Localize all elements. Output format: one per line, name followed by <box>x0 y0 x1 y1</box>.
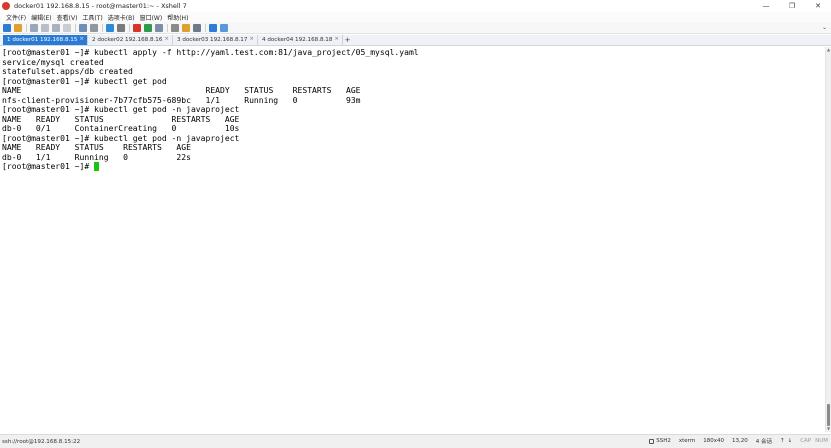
globe-icon[interactable] <box>106 23 114 32</box>
terminal-line: statefulset.apps/db created <box>2 67 133 76</box>
menu-view[interactable]: 查看(V) <box>57 13 78 22</box>
terminal-line: db-0 0/1 ContainerCreating 0 10s <box>2 124 240 133</box>
protocol-label: SSH2 <box>656 438 671 444</box>
terminal-prompt: [root@master01 ~]# <box>2 162 95 171</box>
caps-lock-indicator: CAP <box>800 438 812 444</box>
lock-icon[interactable] <box>171 23 179 32</box>
terminal-line: NAME READY STATUS RESTARTS AGE <box>2 143 191 152</box>
toolbar-separator <box>26 23 27 32</box>
terminal-cursor <box>94 162 99 171</box>
terminal-size: 180x40 <box>703 438 724 444</box>
toolbar-separator <box>205 23 206 32</box>
terminal-line: db-0 1/1 Running 0 22s <box>2 152 191 162</box>
secure-lock-icon <box>649 438 655 444</box>
terminal-scrollbar[interactable]: ▲ ▼ <box>825 47 831 432</box>
tab-label: 2 docker02 192.168.8.16 <box>92 37 163 43</box>
fullscreen-icon[interactable] <box>155 23 163 32</box>
terminal-area[interactable]: [root@master01 ~]# kubectl apply -f http… <box>0 47 825 432</box>
tab-close-icon[interactable]: × <box>249 36 254 42</box>
tab-docker02[interactable]: 2 docker02 192.168.8.16 × <box>88 35 173 45</box>
scroll-down-arrow-icon[interactable]: ▼ <box>826 426 831 432</box>
new-session-icon[interactable] <box>3 23 11 32</box>
close-button[interactable]: ✕ <box>805 0 831 12</box>
tab-label: 4 docker04 192.168.8.18 <box>262 37 333 43</box>
terminal-line: nfs-client-provisioner-7b77cfb575-689bc … <box>2 95 361 105</box>
session-count: 4 会话 <box>755 439 772 445</box>
title-bar: docker01 192.168.8.15 - root@master01:~ … <box>0 0 831 12</box>
help-icon[interactable] <box>209 23 217 32</box>
keyboard-icon[interactable] <box>182 23 190 32</box>
terminal-prompt-line[interactable]: [root@master01 ~]# <box>2 162 823 172</box>
terminal-type: xterm <box>678 438 696 444</box>
transfer-icon[interactable] <box>144 23 152 32</box>
window-title: docker01 192.168.8.15 - root@master01:~ … <box>14 2 187 10</box>
cursor-position: 13,20 <box>731 438 748 444</box>
terminal-line: [root@master01 ~]# kubectl get pod <box>2 76 167 86</box>
scroll-up-arrow-icon[interactable]: ▲ <box>826 47 831 53</box>
toolbar-collapse-icon[interactable]: ⌄ <box>822 24 827 31</box>
toolbar-separator <box>75 23 76 32</box>
maximize-button[interactable]: ❐ <box>779 0 805 12</box>
tab-docker01[interactable]: 1 docker01 192.168.8.15 × <box>3 35 88 45</box>
terminal-line: [root@master01 ~]# kubectl apply -f http… <box>2 48 419 57</box>
menu-help[interactable]: 帮助(H) <box>167 13 188 22</box>
menu-window[interactable]: 窗口(W) <box>140 13 163 22</box>
menu-tab[interactable]: 选项卡(B) <box>108 13 135 22</box>
toolbar: ⌄ <box>0 22 831 34</box>
terminal-line: NAME READY STATUS RESTARTS AGE <box>2 114 240 124</box>
xshell-app-icon[interactable] <box>2 2 10 10</box>
reconnect-icon[interactable] <box>30 23 38 32</box>
toolbar-separator <box>167 23 168 32</box>
status-bar: ssh://root@192.168.8.15:22 SSH2 xterm 18… <box>0 434 831 448</box>
tab-docker04[interactable]: 4 docker04 192.168.8.18 × <box>258 35 343 45</box>
menu-edit[interactable]: 编辑(E) <box>31 13 51 22</box>
terminal-line: [root@master01 ~]# kubectl get pod -n ja… <box>2 133 240 143</box>
find-icon[interactable] <box>79 23 87 32</box>
layout-icon[interactable] <box>193 23 201 32</box>
terminal-line: [root@master01 ~]# kubectl get pod -n ja… <box>2 105 240 114</box>
print-icon[interactable] <box>90 23 98 32</box>
connection-address: ssh://root@192.168.8.15:22 <box>2 438 81 445</box>
chat-icon[interactable] <box>220 23 228 32</box>
toolbar-separator <box>129 23 130 32</box>
nav-down-arrow-icon[interactable]: ↓ <box>788 438 793 444</box>
tab-label: 1 docker01 192.168.8.15 <box>7 37 78 43</box>
font-icon[interactable] <box>117 23 125 32</box>
terminal-line: NAME READY STATUS RESTARTS AGE <box>2 86 361 95</box>
status-indicators: SSH2 xterm 180x40 13,20 4 会话 ↑ ↓ CAP NUM <box>641 437 828 445</box>
disconnect-icon[interactable] <box>41 23 49 32</box>
scroll-thumb[interactable] <box>827 404 830 426</box>
toolbar-separator <box>102 23 103 32</box>
tab-label: 3 docker03 192.168.8.17 <box>177 37 248 43</box>
menu-file[interactable]: 文件(F) <box>6 13 26 22</box>
tab-close-icon[interactable]: × <box>334 36 339 42</box>
tab-docker03[interactable]: 3 docker03 192.168.8.17 × <box>173 35 258 45</box>
minimize-button[interactable]: — <box>753 0 779 12</box>
tab-close-icon[interactable]: × <box>79 36 84 42</box>
session-tab-bar: 1 docker01 192.168.8.15 × 2 docker02 192… <box>0 35 831 46</box>
open-folder-icon[interactable] <box>14 23 22 32</box>
protocol-indicator: SSH2 <box>649 438 671 444</box>
nav-up-arrow-icon[interactable]: ↑ <box>780 438 785 444</box>
terminal-line: service/mysql created <box>2 57 104 67</box>
num-lock-indicator: NUM <box>815 438 828 444</box>
menu-tools[interactable]: 工具(T) <box>82 13 102 22</box>
color-scheme-icon[interactable] <box>133 23 141 32</box>
window-controls: — ❐ ✕ <box>753 0 831 12</box>
menu-bar: 文件(F) 编辑(E) 查看(V) 工具(T) 选项卡(B) 窗口(W) 帮助(… <box>0 12 831 22</box>
tab-close-icon[interactable]: × <box>164 36 169 42</box>
copy-icon[interactable] <box>52 23 60 32</box>
add-tab-button[interactable]: + <box>343 35 352 45</box>
paste-icon[interactable] <box>63 23 71 32</box>
